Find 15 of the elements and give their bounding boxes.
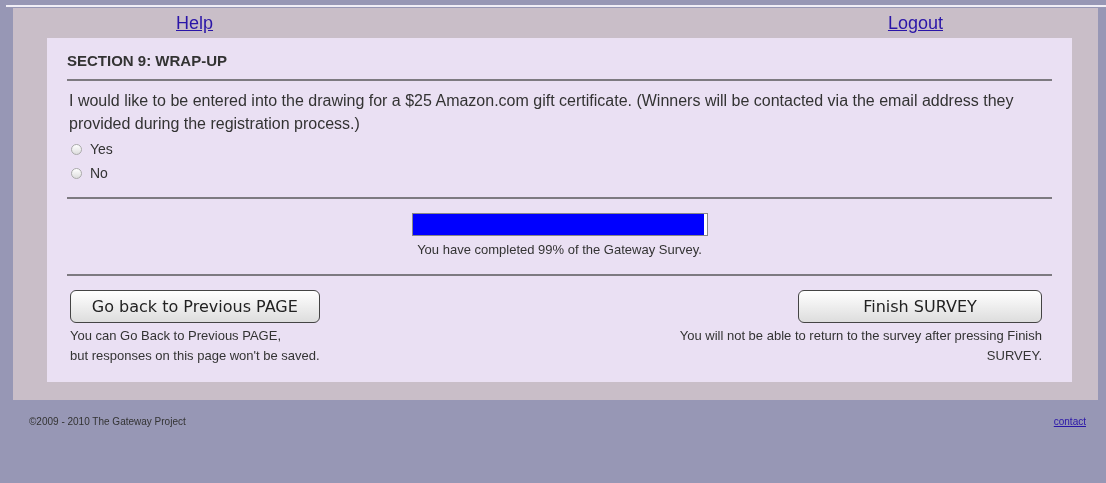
question-text: I would like to be entered into the drawing for a $25 Amazon.com gift certificate. (Winners will be contacted via the email address they provided during the registration process.) xyxy=(69,91,1015,134)
radio-button[interactable] xyxy=(71,167,82,179)
button-note: You will not be able to return to the survey after pressing Finish SURVEY. xyxy=(679,327,1042,365)
back-button[interactable]: Go back to Previous PAGE xyxy=(70,290,320,323)
progress-caption: You have completed 99% of the Gateway Survey. xyxy=(417,242,702,257)
copyright-text: ©2009 - 2010 The Gateway Project xyxy=(29,416,186,427)
help-link[interactable]: Help xyxy=(176,12,214,34)
option-label: No xyxy=(90,165,108,181)
option-label: Yes xyxy=(90,141,113,157)
radio-button[interactable] xyxy=(71,143,82,155)
finish-button[interactable]: Finish SURVEY xyxy=(798,290,1042,323)
button-note: You can Go Back to Previous PAGE, but responses on this page won't be saved. xyxy=(70,327,320,365)
contact-link[interactable]: contact xyxy=(1053,416,1086,427)
section-title: SECTION 9: WRAP-UP xyxy=(67,52,228,71)
logout-link[interactable]: Logout xyxy=(887,12,943,34)
